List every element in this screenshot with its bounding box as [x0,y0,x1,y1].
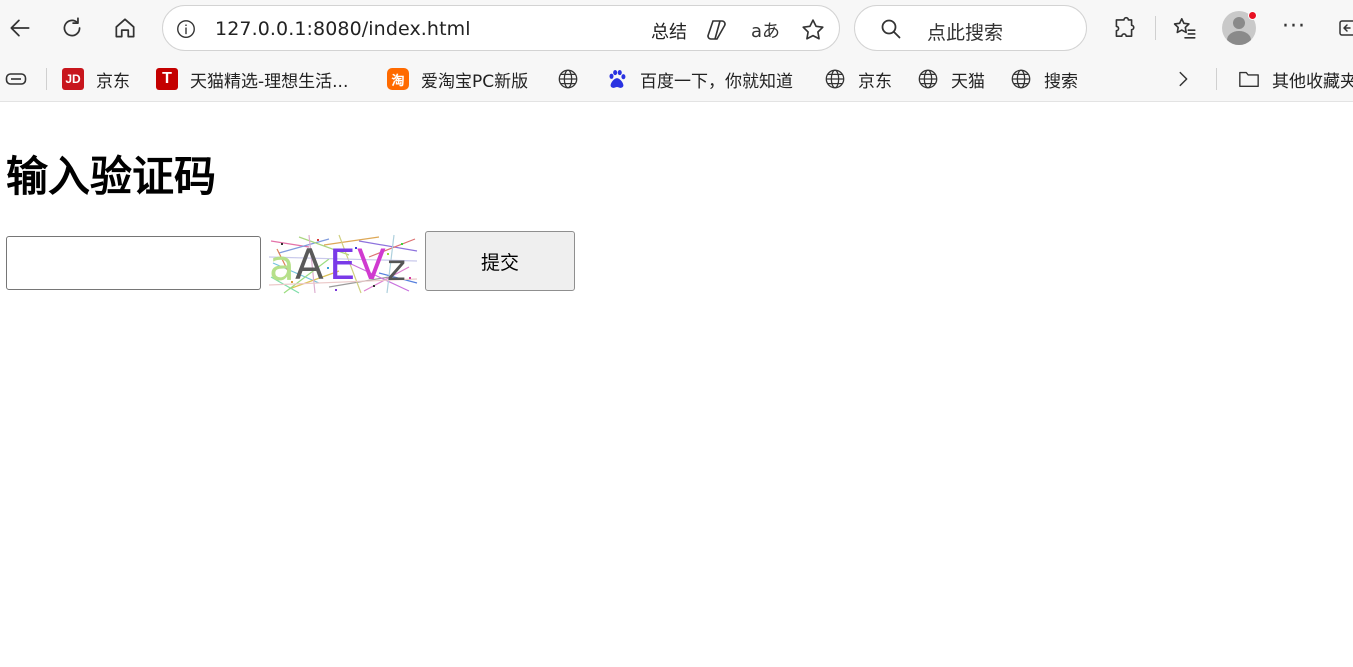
bookmark-jd-2[interactable]: 京东 [824,56,892,102]
back-arrow-icon [10,19,30,37]
back-button[interactable] [2,10,38,46]
bookmarks-bar: JD 京东 T 天猫精选-理想生活... 淘 爱淘宝PC新版 百度一下，你就知道… [0,56,1353,102]
home-button[interactable] [107,10,143,46]
captcha-char: V [357,240,386,289]
bookmark-label: 天猫精选-理想生活... [190,71,349,92]
toolbar-divider [1155,16,1156,40]
bookmark-baidu[interactable]: 百度一下，你就知道 [606,56,793,102]
bookmark-tmall[interactable]: 天猫 [917,56,985,102]
puzzle-icon [1115,16,1135,37]
tmall-icon: T [156,68,178,90]
bookmark-globe-unnamed[interactable] [557,56,591,102]
bookmark-label: 搜索 [1044,71,1078,92]
globe-icon [1010,68,1032,90]
bookmark-label: 京东 [96,71,130,92]
address-bar[interactable]: 127.0.0.1:8080/index.html 总结 aあ [162,5,840,51]
search-box[interactable]: 点此搜索 [854,5,1087,51]
bookmark-label: 其他收藏夹 [1272,71,1353,92]
favorites-button[interactable] [1167,10,1203,46]
collections-button[interactable] [4,56,28,102]
captcha-char: A [295,240,324,289]
bookmark-label: 天猫 [951,71,985,92]
browser-toolbar: 127.0.0.1:8080/index.html 总结 aあ 点此搜索 ··· [0,0,1353,56]
favorite-star-icon[interactable] [799,16,827,44]
page-title: 输入验证码 [6,152,217,201]
bookmark-aitaobao[interactable]: 淘 爱淘宝PC新版 [387,56,528,102]
globe-icon [824,68,846,90]
read-aloud-button[interactable]: aあ [751,17,780,43]
search-placeholder: 点此搜索 [927,22,1004,44]
bookmark-search[interactable]: 搜索 [1010,56,1078,102]
other-favorites-folder[interactable]: 其他收藏夹 [1238,56,1353,102]
bookmarks-divider [46,68,47,90]
collections-icon [5,73,27,85]
captcha-char: a [269,241,295,290]
captcha-input[interactable] [6,236,261,290]
globe-icon [917,68,939,90]
chevron-right-icon [1179,71,1188,87]
folder-icon [1238,68,1260,90]
favorites-list-icon [1173,17,1196,39]
site-info-icon[interactable] [173,16,199,42]
refresh-icon [63,17,81,37]
captcha-char: z [387,248,406,289]
bookmark-jd[interactable]: JD 京东 [62,56,130,102]
page-content: 输入验证码 a A E V z 提交 [0,103,1353,667]
extensions-button[interactable] [1106,10,1142,46]
taobao-icon: 淘 [387,68,409,90]
jd-icon: JD [62,68,84,90]
summary-button[interactable]: 总结 [651,18,687,44]
home-icon [115,18,135,38]
bookmark-label: 京东 [858,71,892,92]
refresh-button[interactable] [54,10,90,46]
share-button[interactable] [1330,10,1353,46]
notification-dot [1248,11,1257,20]
bookmarks-divider [1216,68,1217,90]
search-icon [881,19,901,39]
submit-button[interactable]: 提交 [425,231,575,291]
bookmark-tmall-select[interactable]: T 天猫精选-理想生活... [156,56,348,102]
bookmark-label: 爱淘宝PC新版 [421,71,529,92]
more-options-button[interactable]: ··· [1282,14,1306,39]
globe-icon [557,68,579,90]
baidu-icon [606,68,628,90]
bookmark-label: 百度一下，你就知道 [640,71,793,92]
copilot-icon[interactable] [703,16,731,44]
captcha-char: E [329,240,356,289]
captcha-image[interactable]: a A E V z [269,233,419,295]
url-text[interactable]: 127.0.0.1:8080/index.html [215,18,471,40]
bookmarks-overflow-button[interactable] [1172,56,1194,102]
share-icon [1339,20,1353,36]
